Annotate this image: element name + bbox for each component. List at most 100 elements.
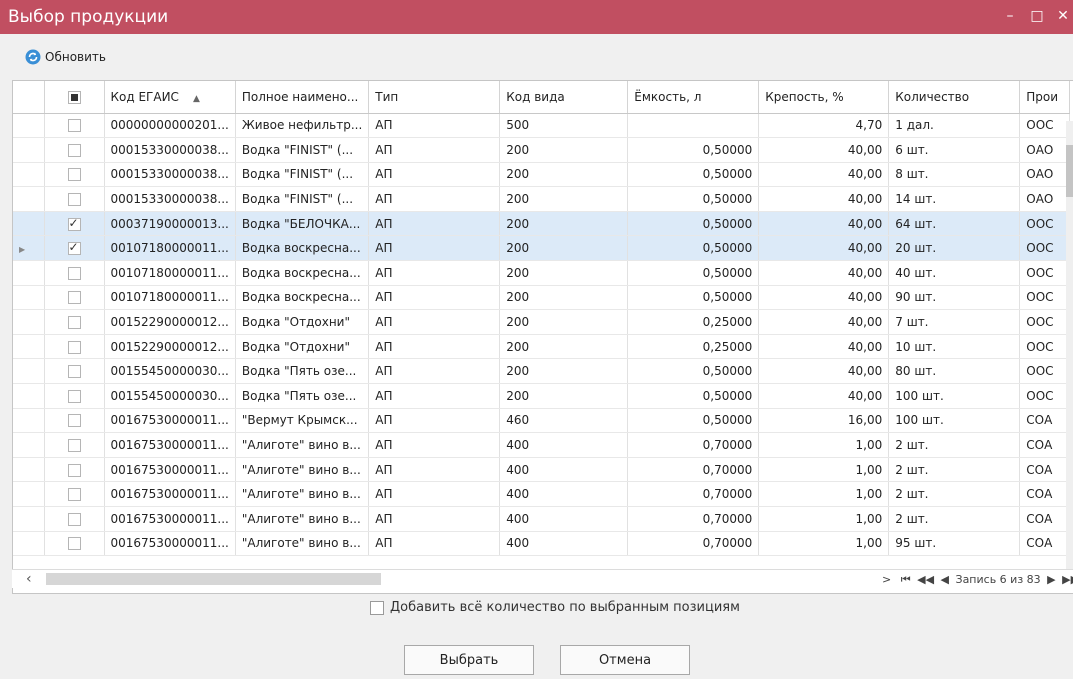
header-kind-code[interactable]: Код вида [499, 81, 629, 114]
row-checkbox[interactable] [67, 463, 81, 477]
table-row[interactable]: 00167530000011... "Алиготе" вино в... АП 40… [13, 531, 1071, 557]
table-row[interactable]: 00000000000201... Живое нефильтр... АП 500 4… [13, 113, 1071, 139]
add-all-quantity-checkbox[interactable] [370, 600, 384, 615]
row-checkbox[interactable] [67, 512, 81, 526]
table-row[interactable]: 00037190000013...Водка "БЕЛОЧКА...АП2000… [13, 211, 1071, 237]
scroll-right-icon[interactable]: > [882, 573, 891, 586]
next-record-icon[interactable]: ▶ [1047, 573, 1055, 586]
table-row[interactable]: 00107180000011... Водка воскресна... АП 200… [13, 285, 1071, 311]
row-checkbox-cell[interactable] [44, 383, 105, 409]
cancel-button[interactable]: Отмена [560, 645, 690, 675]
header-strength[interactable]: Крепость, % [758, 81, 890, 114]
refresh-button[interactable]: Обновить [25, 49, 106, 65]
row-checkbox[interactable] [67, 389, 81, 403]
row-checkbox[interactable] [67, 291, 81, 305]
row-checkbox[interactable] [67, 537, 81, 551]
vertical-scrollbar[interactable] [1066, 121, 1073, 569]
table-row[interactable]: 00167530000011... "Алиготе" вино в... АП 40… [13, 506, 1071, 532]
table-row[interactable]: 00152290000012... Водка "Отдохни" АП 200 0,2… [13, 334, 1071, 360]
row-checkbox[interactable] [67, 168, 81, 182]
row-checkbox[interactable] [67, 216, 81, 231]
row-checkbox-cell[interactable] [44, 531, 105, 557]
cell-quantity: 64 шт. [888, 211, 1021, 237]
header-type[interactable]: Тип [368, 81, 501, 114]
row-checkbox-cell[interactable] [44, 358, 105, 385]
row-checkbox-cell[interactable] [44, 432, 105, 458]
row-checkbox-cell[interactable] [44, 260, 105, 286]
row-checkbox-cell[interactable] [44, 113, 105, 139]
header-full-name[interactable]: Полное наимено... [235, 81, 370, 114]
table-row[interactable]: 00015330000038... Водка "FINIST" (... АП 20… [13, 162, 1071, 188]
table-row[interactable]: 00167530000011... "Алиготе" вино в... АП 40… [13, 432, 1071, 458]
add-all-quantity-option[interactable]: Добавить всё количество по выбранным поз… [370, 600, 740, 615]
row-checkbox-cell[interactable] [44, 211, 105, 237]
row-indicator [13, 334, 45, 360]
table-row[interactable]: 00167530000011... "Вермут Крымск... АП 460 0… [13, 408, 1071, 434]
table-row[interactable]: 00152290000012... Водка "Отдохни" АП 200 0,2… [13, 309, 1071, 335]
row-checkbox-cell[interactable] [44, 235, 105, 262]
horizontal-scrollbar[interactable]: ‹ > ⏮ ◀◀ ◀ Запись 6 из 83 ▶ ▶▶ ⏭ [12, 569, 1073, 588]
cell-producer: СОА [1019, 408, 1071, 434]
cell-full-name: Живое нефильтр... [235, 113, 370, 139]
cell-type: АП [368, 457, 501, 483]
row-checkbox-cell[interactable] [44, 408, 105, 434]
row-checkbox-cell[interactable] [44, 506, 105, 532]
table-row[interactable]: 00167530000011... "Алиготе" вино в... АП 40… [13, 481, 1071, 507]
first-page-icon[interactable]: ⏮ [901, 573, 911, 586]
maximize-button[interactable]: □ [1027, 6, 1047, 26]
table-row[interactable]: 00155450000030... Водка "Пять озе... АП 200… [13, 383, 1071, 409]
table-row[interactable]: ▶00107180000011...Водка воскресна...АП20… [13, 235, 1071, 262]
row-indicator [13, 309, 45, 335]
row-checkbox[interactable] [67, 365, 81, 379]
header-egais-code[interactable]: Код ЕГАИС ▲ [104, 81, 236, 114]
cell-kind-code: 200 [499, 309, 629, 335]
horizontal-scroll-thumb[interactable] [46, 573, 381, 585]
prev-record-icon[interactable]: ◀ [941, 573, 949, 586]
cell-type: АП [368, 260, 501, 286]
vertical-scroll-thumb[interactable] [1066, 145, 1073, 197]
cell-quantity: 10 шт. [888, 334, 1021, 360]
table-row[interactable]: 00155450000030... Водка "Пять озе... АП 200… [13, 358, 1071, 385]
row-checkbox[interactable] [67, 340, 81, 354]
minimize-button[interactable]: – [1000, 6, 1020, 26]
row-checkbox-cell[interactable] [44, 162, 105, 188]
row-checkbox-cell[interactable] [44, 186, 105, 212]
table-row[interactable]: 00015330000038... Водка "FINIST" (... АП 20… [13, 137, 1071, 163]
row-checkbox-cell[interactable] [44, 334, 105, 360]
scroll-left-icon[interactable]: ‹ [26, 571, 32, 587]
cell-quantity: 40 шт. [888, 260, 1021, 286]
cell-kind-code: 400 [499, 481, 629, 507]
row-checkbox-cell[interactable] [44, 309, 105, 335]
row-checkbox[interactable] [67, 266, 81, 280]
table-row[interactable]: 00015330000038... Водка "FINIST" (... АП 20… [13, 186, 1071, 212]
close-button[interactable]: ✕ [1053, 6, 1073, 26]
row-checkbox-cell[interactable] [44, 457, 105, 483]
row-checkbox[interactable] [67, 119, 81, 133]
select-all-checkbox[interactable] [67, 90, 81, 104]
row-checkbox-cell[interactable] [44, 137, 105, 163]
header-select-all[interactable] [44, 81, 105, 114]
cell-egais-code: 00167530000011... [104, 432, 236, 458]
row-checkbox[interactable] [67, 439, 81, 453]
cell-volume: 0,50000 [627, 358, 760, 385]
row-checkbox-cell[interactable] [44, 481, 105, 507]
table-row[interactable]: 00167530000011... "Алиготе" вино в... АП 40… [13, 457, 1071, 483]
header-volume[interactable]: Ёмкость, л [627, 81, 760, 114]
cell-full-name: Водка "Отдохни" [235, 334, 370, 360]
table-row[interactable]: 00107180000011... Водка воскресна... АП 200… [13, 260, 1071, 286]
row-checkbox[interactable] [67, 414, 81, 428]
row-checkbox[interactable] [67, 316, 81, 330]
row-checkbox-cell[interactable] [44, 285, 105, 311]
header-producer[interactable]: Прои [1019, 81, 1071, 114]
header-quantity[interactable]: Количество [888, 81, 1021, 114]
row-checkbox[interactable] [67, 488, 81, 502]
select-button[interactable]: Выбрать [404, 645, 534, 675]
cell-type: АП [368, 358, 501, 385]
row-checkbox[interactable] [67, 240, 81, 256]
prev-page-icon[interactable]: ◀◀ [917, 573, 934, 586]
row-checkbox[interactable] [67, 193, 81, 207]
next-page-icon[interactable]: ▶▶ [1062, 573, 1073, 586]
cell-strength: 40,00 [758, 383, 890, 409]
cell-producer: СОА [1019, 432, 1071, 458]
row-checkbox[interactable] [67, 143, 81, 157]
